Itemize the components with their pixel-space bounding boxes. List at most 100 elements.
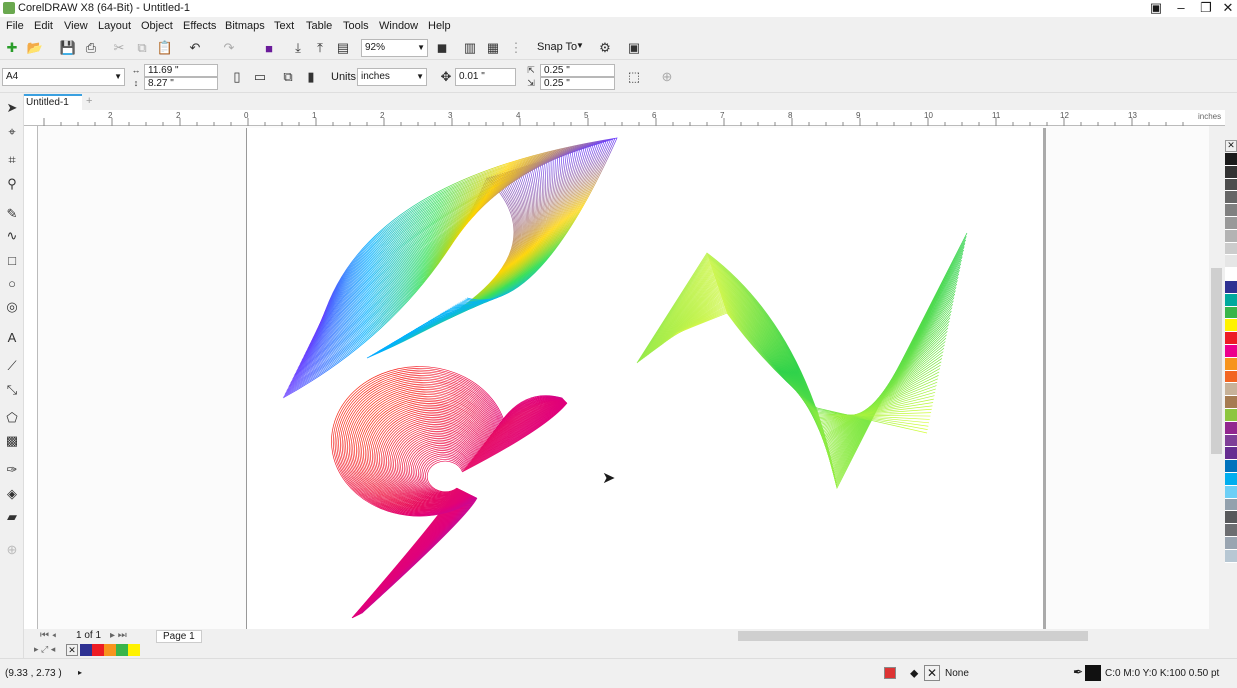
menu-text[interactable]: Text bbox=[274, 20, 294, 32]
current-page-icon[interactable]: ▮ bbox=[302, 68, 320, 86]
options-gear-icon[interactable]: ⚙ bbox=[596, 39, 614, 57]
publish-pdf-icon[interactable]: ▤ bbox=[334, 39, 352, 57]
document-swatch[interactable] bbox=[116, 644, 128, 656]
vertical-ruler[interactable] bbox=[24, 126, 38, 629]
menu-window[interactable]: Window bbox=[379, 20, 418, 32]
duplicate-distance-y-field[interactable]: 0.25 " bbox=[540, 77, 615, 90]
palette-swatch[interactable] bbox=[1225, 536, 1237, 550]
pick-tool-icon[interactable]: ➤ bbox=[3, 99, 21, 117]
palette-swatch[interactable] bbox=[1225, 396, 1237, 409]
print-icon[interactable]: ⎙ bbox=[82, 39, 100, 57]
tab-untitled-1[interactable]: Untitled-1 bbox=[24, 94, 82, 110]
palette-swatch[interactable] bbox=[1225, 178, 1237, 192]
menu-bitmaps[interactable]: Bitmaps bbox=[225, 20, 265, 32]
page-height-field[interactable]: 8.27 " bbox=[144, 77, 218, 90]
zoom-tool-icon[interactable]: ⚲ bbox=[3, 175, 21, 193]
nudge-distance-field[interactable]: 0.01 " bbox=[455, 68, 516, 86]
palette-swatch[interactable] bbox=[1225, 268, 1237, 281]
artistic-media-icon[interactable]: ∿ bbox=[3, 227, 21, 245]
spiral-shape[interactable] bbox=[331, 366, 568, 619]
palette-swatch[interactable] bbox=[1225, 524, 1237, 537]
palette-swatch[interactable] bbox=[1225, 332, 1237, 345]
menu-tools[interactable]: Tools bbox=[343, 20, 369, 32]
rectangle-tool-icon[interactable]: □ bbox=[3, 251, 21, 269]
quick-customize-icon[interactable]: ⊕ bbox=[3, 541, 21, 559]
color-palette[interactable] bbox=[1225, 153, 1237, 643]
document-swatch[interactable] bbox=[92, 644, 104, 656]
scroll-thumb[interactable] bbox=[738, 631, 1088, 641]
maximize-button[interactable]: ❐ bbox=[1195, 0, 1217, 17]
parallel-dimension-icon[interactable]: ⟋ bbox=[3, 357, 21, 375]
redo-icon[interactable]: ↷ bbox=[220, 39, 238, 57]
horizontal-scrollbar[interactable] bbox=[634, 629, 1212, 643]
palette-swatch[interactable] bbox=[1225, 498, 1237, 512]
drop-shadow-icon[interactable]: ⬠ bbox=[3, 409, 21, 427]
menu-object[interactable]: Object bbox=[141, 20, 173, 32]
palette-swatch[interactable] bbox=[1225, 370, 1237, 384]
new-document-icon[interactable]: ✚ bbox=[3, 39, 21, 57]
palette-swatch[interactable] bbox=[1225, 383, 1237, 397]
smart-fill-icon[interactable]: ▰ bbox=[3, 508, 21, 526]
outline-color-swatch[interactable] bbox=[1085, 665, 1101, 681]
eyedropper-tool-icon[interactable]: ✑ bbox=[3, 461, 21, 479]
palette-swatch[interactable] bbox=[1225, 216, 1237, 230]
menu-layout[interactable]: Layout bbox=[98, 20, 131, 32]
document-swatch[interactable] bbox=[128, 644, 140, 656]
account-icon[interactable]: ▣ bbox=[1145, 0, 1167, 17]
full-screen-icon[interactable]: ◼ bbox=[433, 39, 451, 57]
menu-table[interactable]: Table bbox=[306, 20, 332, 32]
copy-icon[interactable]: ⧉ bbox=[133, 39, 151, 57]
expand-arrow-icon[interactable]: ▸ bbox=[78, 668, 82, 677]
show-grid-icon[interactable]: ▦ bbox=[484, 39, 502, 57]
close-button[interactable]: ✕ bbox=[1217, 0, 1237, 17]
save-icon[interactable]: 💾 bbox=[59, 39, 77, 57]
units-select[interactable]: inches ▼ bbox=[357, 68, 427, 86]
chevron-down-icon[interactable]: ▼ bbox=[114, 69, 122, 85]
zoom-level-field[interactable]: 92% ▼ bbox=[361, 39, 428, 57]
palette-swatch[interactable] bbox=[1225, 447, 1237, 461]
show-guidelines-icon[interactable]: ⋮ bbox=[507, 39, 525, 57]
paper-size-select[interactable]: A4 ▼ bbox=[2, 68, 125, 86]
palette-swatch[interactable] bbox=[1225, 344, 1237, 358]
drawing-canvas[interactable]: ➤ bbox=[38, 126, 1209, 629]
palette-swatch[interactable] bbox=[1225, 511, 1237, 525]
palette-swatch[interactable] bbox=[1225, 549, 1237, 563]
menu-edit[interactable]: Edit bbox=[34, 20, 53, 32]
add-tab-icon[interactable]: + bbox=[86, 95, 92, 107]
palette-swatch[interactable] bbox=[1225, 408, 1237, 422]
page-tab[interactable]: Page 1 bbox=[156, 630, 202, 643]
chevron-down-icon[interactable]: ▼ bbox=[416, 69, 424, 85]
palette-swatch[interactable] bbox=[1225, 242, 1237, 256]
search-content-icon[interactable]: ■ bbox=[260, 39, 278, 57]
no-color-swatch[interactable]: ✕ bbox=[66, 644, 78, 656]
interactive-fill-icon[interactable]: ◈ bbox=[3, 485, 21, 503]
transparency-tool-icon[interactable]: ▩ bbox=[3, 432, 21, 450]
palette-swatch[interactable] bbox=[1225, 472, 1237, 486]
palette-swatch[interactable] bbox=[1225, 319, 1237, 333]
palette-swatch[interactable] bbox=[1225, 153, 1237, 166]
palette-arrows-icon[interactable]: ▸ ⤢ ◂ bbox=[34, 644, 55, 655]
document-swatch[interactable] bbox=[104, 644, 116, 656]
duplicate-distance-x-field[interactable]: 0.25 " bbox=[540, 64, 615, 77]
palette-swatch[interactable] bbox=[1225, 229, 1237, 243]
shape-tool-icon[interactable]: ⌖ bbox=[3, 123, 21, 141]
artwork[interactable] bbox=[247, 128, 1047, 629]
minimize-button[interactable]: – bbox=[1170, 0, 1192, 17]
export-icon[interactable]: ⤒ bbox=[311, 39, 329, 57]
palette-swatch[interactable] bbox=[1225, 421, 1237, 435]
color-proofing-icon[interactable] bbox=[884, 667, 896, 679]
open-icon[interactable]: 📂 bbox=[26, 39, 44, 57]
no-fill-swatch[interactable]: ✕ bbox=[924, 665, 940, 681]
document-swatches[interactable] bbox=[80, 644, 140, 656]
palette-swatch[interactable] bbox=[1225, 460, 1237, 473]
palette-swatch[interactable] bbox=[1225, 434, 1237, 448]
document-swatch[interactable] bbox=[80, 644, 92, 656]
palette-swatch[interactable] bbox=[1225, 293, 1237, 307]
landscape-icon[interactable]: ▭ bbox=[251, 68, 269, 86]
horizontal-ruler[interactable]: inches 2 2 0 1 2 3 4 5 6 7 8 9 10 11 12 13 bbox=[24, 110, 1225, 126]
import-icon[interactable]: ⤓ bbox=[289, 39, 307, 57]
connector-tool-icon[interactable]: ⤡ bbox=[3, 381, 21, 399]
crop-tool-icon[interactable]: ⌗ bbox=[3, 151, 21, 169]
chevron-down-icon[interactable]: ▼ bbox=[576, 41, 584, 50]
no-color-swatch[interactable]: ✕ bbox=[1225, 140, 1237, 152]
